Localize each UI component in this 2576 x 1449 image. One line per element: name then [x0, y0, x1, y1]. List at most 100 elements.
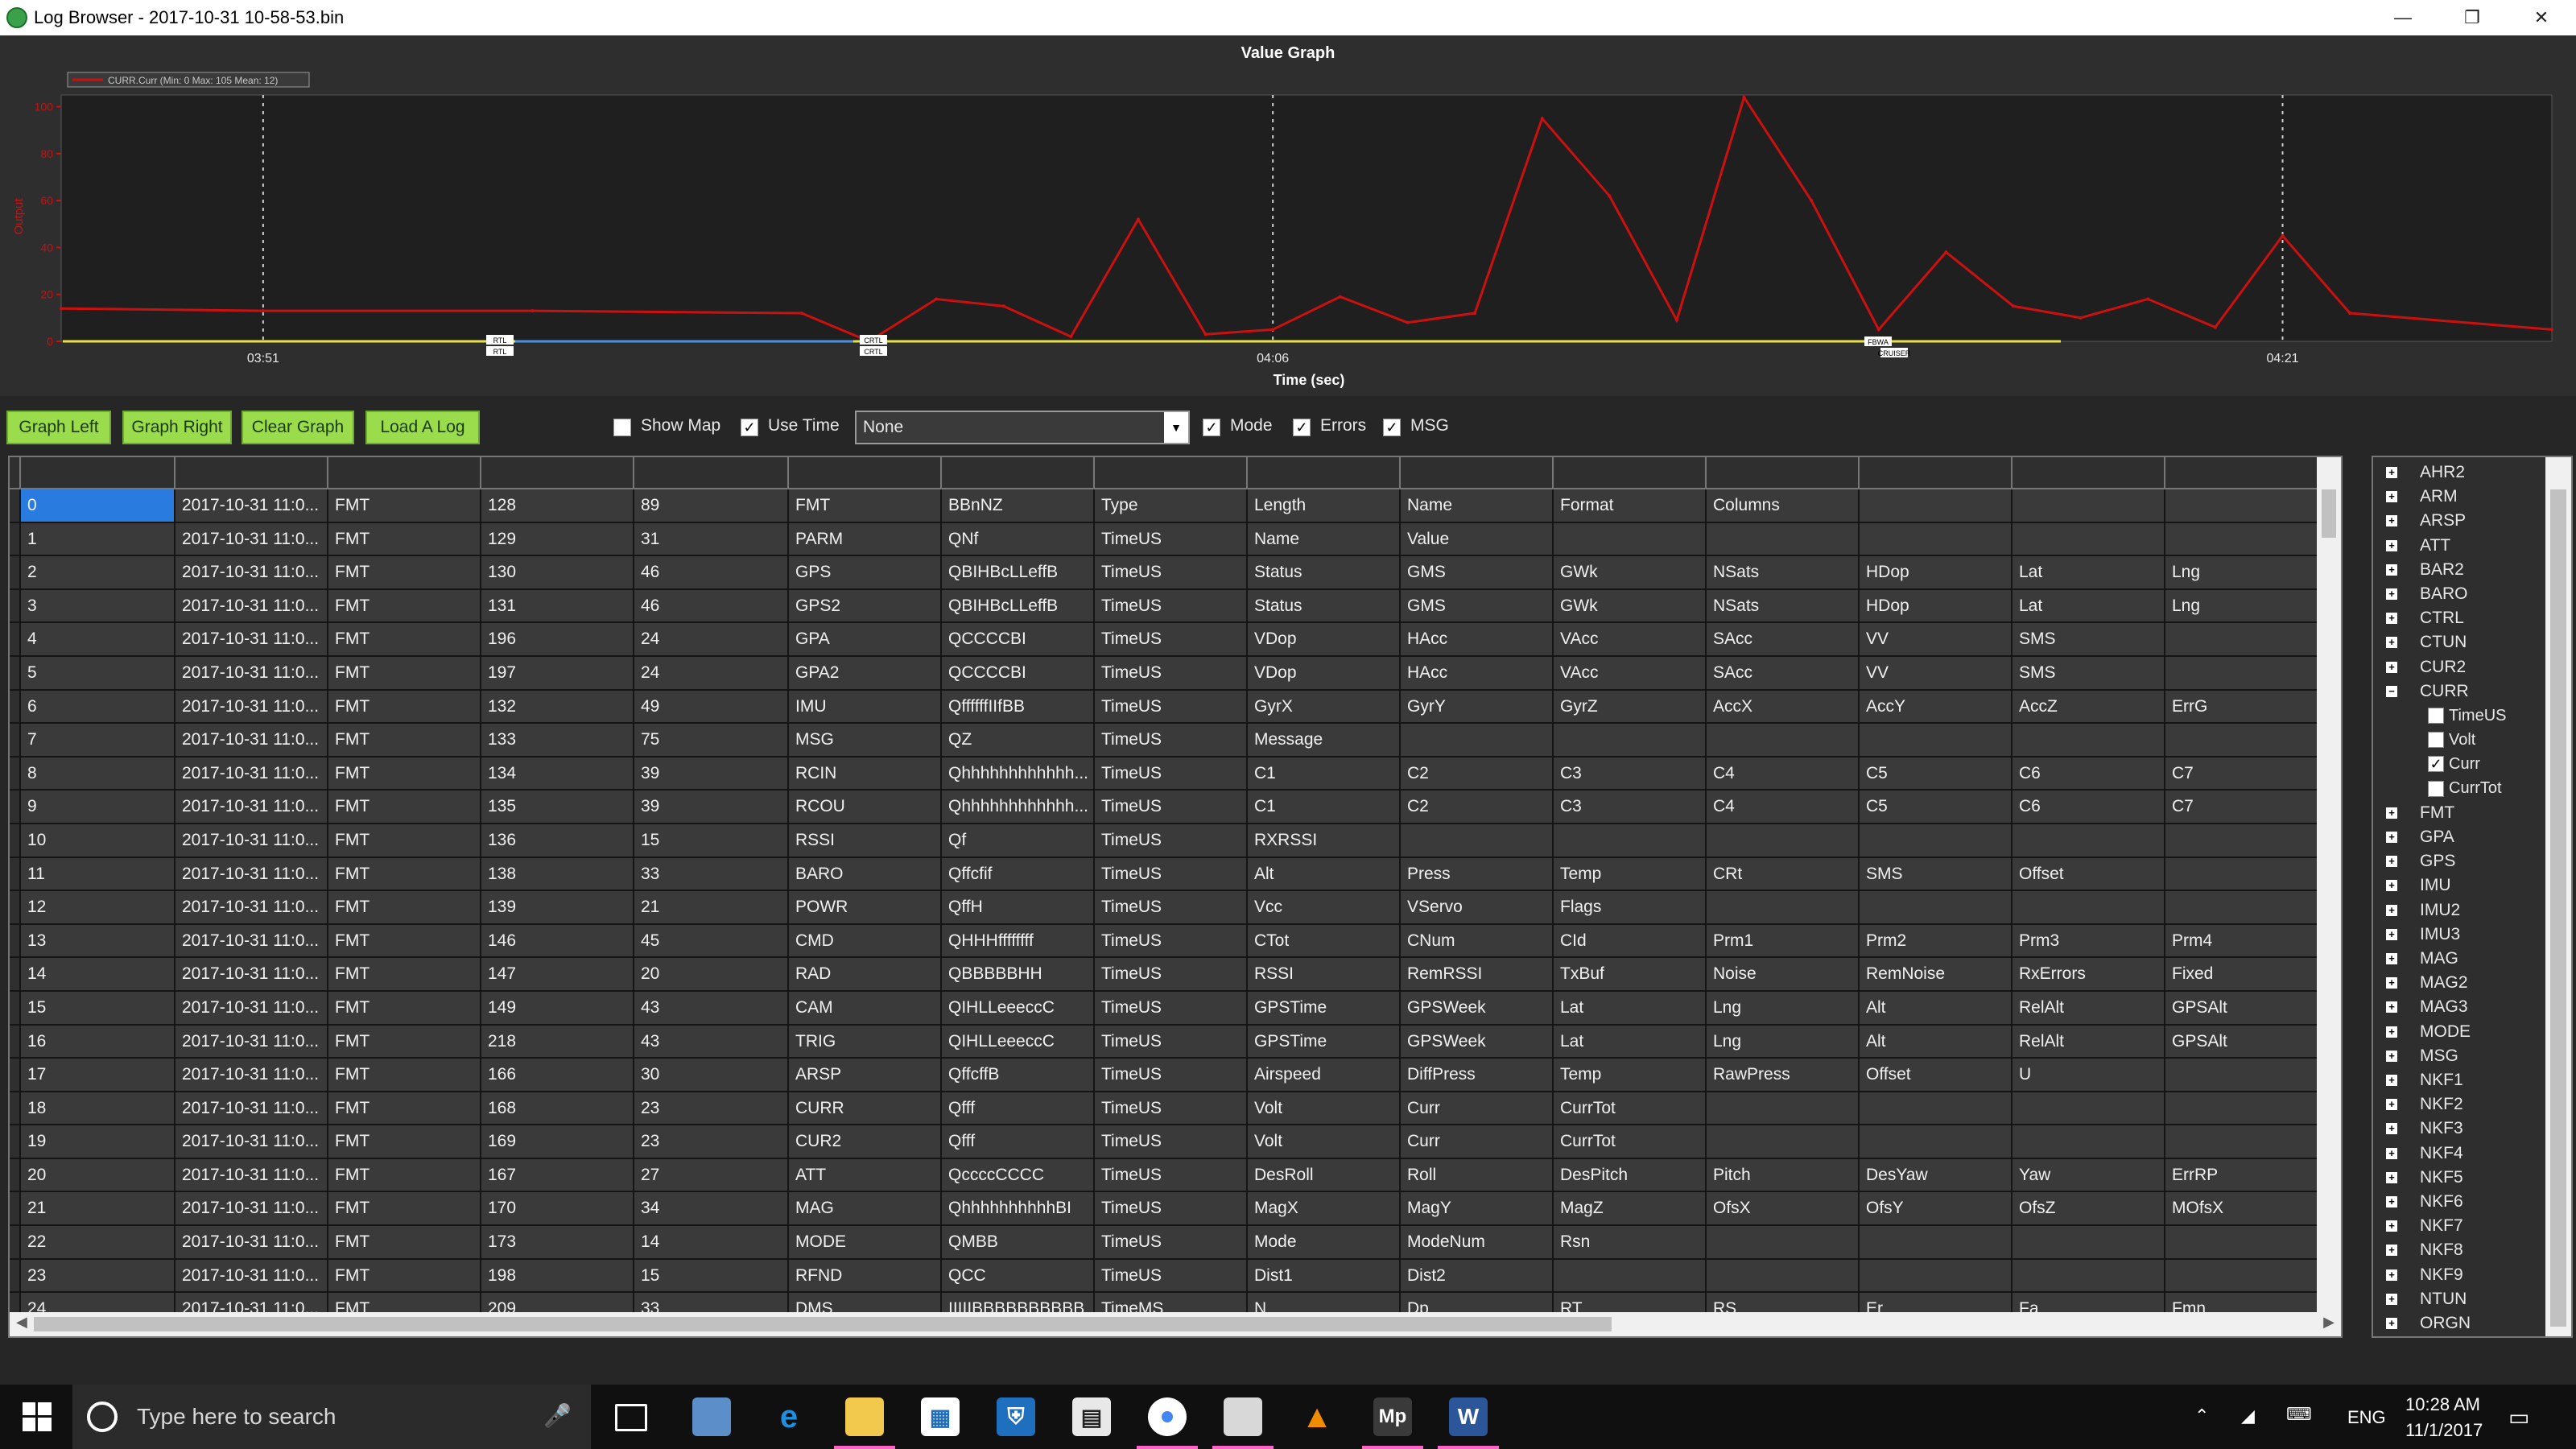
row-header[interactable] — [10, 1259, 21, 1294]
expand-icon[interactable]: + — [2386, 953, 2397, 964]
table-cell[interactable]: C7 — [2165, 791, 2318, 824]
table-cell[interactable]: 2017-10-31 11:0... — [175, 690, 328, 724]
table-cell[interactable]: 1 — [21, 522, 175, 557]
table-cell[interactable]: Length — [1248, 489, 1401, 523]
table-cell[interactable]: Lat — [1554, 1025, 1707, 1059]
table-row[interactable]: 11 2017-10-31 11:0... FMT 138 33 BARO Qffcfif T… — [10, 857, 2341, 892]
table-cell[interactable]: C6 — [2013, 757, 2165, 791]
table-cell[interactable]: 132 — [481, 690, 634, 724]
table-cell[interactable]: FMT — [328, 690, 481, 724]
table-cell[interactable]: FMT — [328, 1192, 481, 1227]
table-cell[interactable]: 2 — [21, 556, 175, 590]
table-cell[interactable]: GPSWeek — [1401, 1025, 1554, 1059]
expand-icon[interactable]: + — [2386, 1123, 2397, 1135]
tree-item[interactable]: + IMU2 — [2386, 898, 2460, 923]
grid-horizontal-scrollbar[interactable]: ◀ ▶ — [10, 1312, 2341, 1336]
language-indicator[interactable]: ENG — [2347, 1407, 2386, 1428]
table-cell[interactable]: C1 — [1248, 791, 1401, 824]
table-cell[interactable]: Lat — [2013, 589, 2165, 624]
expand-icon[interactable]: + — [2386, 1269, 2397, 1281]
expand-icon[interactable]: + — [2386, 467, 2397, 478]
table-cell[interactable]: CurrTot — [1554, 1125, 1707, 1159]
table-cell[interactable]: 34 — [634, 1192, 789, 1227]
table-cell[interactable]: QIHLLeeeccC — [942, 991, 1095, 1026]
expand-icon[interactable]: + — [2386, 515, 2397, 527]
table-row[interactable]: 14 2017-10-31 11:0... FMT 147 20 RAD QBBBBBHH T… — [10, 958, 2341, 992]
tree-item[interactable]: + GPS — [2386, 849, 2455, 873]
table-row[interactable]: 1 2017-10-31 11:0... FMT 129 31 PARM QNf TimeUS… — [10, 522, 2341, 557]
row-header[interactable] — [10, 556, 21, 590]
table-cell[interactable]: FMT — [328, 1158, 481, 1193]
table-cell[interactable]: 169 — [481, 1125, 634, 1159]
table-cell[interactable]: 2017-10-31 11:0... — [175, 824, 328, 858]
table-cell[interactable]: FMT — [328, 857, 481, 892]
table-cell[interactable]: TimeUS — [1095, 556, 1248, 590]
table-cell[interactable]: GWk — [1554, 556, 1707, 590]
table-cell[interactable] — [1860, 724, 2013, 758]
table-cell[interactable] — [1707, 522, 1860, 557]
tree-field-item[interactable]: Volt — [2428, 728, 2475, 752]
expand-icon[interactable]: + — [2386, 880, 2397, 892]
table-cell[interactable]: 30 — [634, 1059, 789, 1092]
table-cell[interactable]: C4 — [1707, 757, 1860, 791]
row-header[interactable] — [10, 656, 21, 691]
table-cell[interactable]: 135 — [481, 791, 634, 824]
table-cell[interactable]: VV — [1860, 623, 2013, 657]
tree-item[interactable]: + MAG2 — [2386, 971, 2468, 995]
table-cell[interactable]: Dist1 — [1248, 1259, 1401, 1294]
table-cell[interactable]: POWR — [789, 891, 942, 925]
table-cell[interactable]: 22 — [21, 1226, 175, 1260]
table-cell[interactable]: 2017-10-31 11:0... — [175, 924, 328, 959]
table-cell[interactable]: 149 — [481, 991, 634, 1026]
table-cell[interactable]: SMS — [2013, 656, 2165, 691]
table-cell[interactable]: 75 — [634, 724, 789, 758]
table-cell[interactable]: RemNoise — [1860, 958, 2013, 992]
table-cell[interactable]: 131 — [481, 589, 634, 624]
table-cell[interactable]: 33 — [634, 857, 789, 892]
field-checkbox[interactable] — [2428, 780, 2444, 797]
table-cell[interactable]: RSSI — [789, 824, 942, 858]
table-cell[interactable] — [1707, 1125, 1860, 1159]
table-cell[interactable]: 130 — [481, 556, 634, 590]
table-cell[interactable]: FMT — [328, 924, 481, 959]
row-header[interactable] — [10, 958, 21, 992]
table-cell[interactable]: Qhhhhhhhhhhhh... — [942, 757, 1095, 791]
table-cell[interactable]: 7 — [21, 724, 175, 758]
table-cell[interactable]: Lat — [1554, 991, 1707, 1026]
table-cell[interactable] — [2165, 1226, 2318, 1260]
expand-icon[interactable]: + — [2386, 1001, 2397, 1013]
table-cell[interactable]: FMT — [328, 991, 481, 1026]
table-cell[interactable]: FMT — [328, 724, 481, 758]
column-header[interactable] — [2165, 457, 2318, 489]
table-cell[interactable]: GPS — [789, 556, 942, 590]
table-cell[interactable] — [2013, 724, 2165, 758]
table-row[interactable]: 0 2017-10-31 11:0... FMT 128 89 FMT BBnNZ Type L… — [10, 489, 2341, 523]
close-button[interactable]: ✕ — [2507, 0, 2576, 35]
tree-item[interactable]: + GPA — [2386, 825, 2454, 849]
table-cell[interactable]: Prm2 — [1860, 924, 2013, 959]
table-cell[interactable]: 2017-10-31 11:0... — [175, 656, 328, 691]
table-cell[interactable]: IMU — [789, 690, 942, 724]
table-cell[interactable]: TimeUS — [1095, 1025, 1248, 1059]
table-cell[interactable]: CRt — [1707, 857, 1860, 892]
table-cell[interactable]: TimeUS — [1095, 1059, 1248, 1092]
table-cell[interactable]: RSSI — [1248, 958, 1401, 992]
graph-canvas[interactable]: Value Graph CURR.Curr (Min: 0 Max: 105 M… — [0, 35, 2576, 396]
row-header[interactable] — [10, 522, 21, 557]
table-cell[interactable]: 2017-10-31 11:0... — [175, 991, 328, 1026]
table-cell[interactable]: Name — [1401, 489, 1554, 523]
table-cell[interactable]: QBIHBcLLeffB — [942, 589, 1095, 624]
table-cell[interactable]: 43 — [634, 1025, 789, 1059]
row-header[interactable] — [10, 1025, 21, 1059]
table-cell[interactable] — [2013, 891, 2165, 925]
column-header[interactable] — [1095, 457, 1248, 489]
table-cell[interactable]: Type — [1095, 489, 1248, 523]
table-cell[interactable]: GPS2 — [789, 589, 942, 624]
field-select-dropdown[interactable]: None ▼ — [855, 411, 1190, 444]
table-cell[interactable]: 218 — [481, 1025, 634, 1059]
table-cell[interactable]: ErrRP — [2165, 1158, 2318, 1193]
table-cell[interactable]: MagY — [1401, 1192, 1554, 1227]
expand-icon[interactable]: + — [2386, 1171, 2397, 1183]
table-cell[interactable]: QhhhhhhhhhhBI — [942, 1192, 1095, 1227]
table-cell[interactable]: TimeUS — [1095, 690, 1248, 724]
